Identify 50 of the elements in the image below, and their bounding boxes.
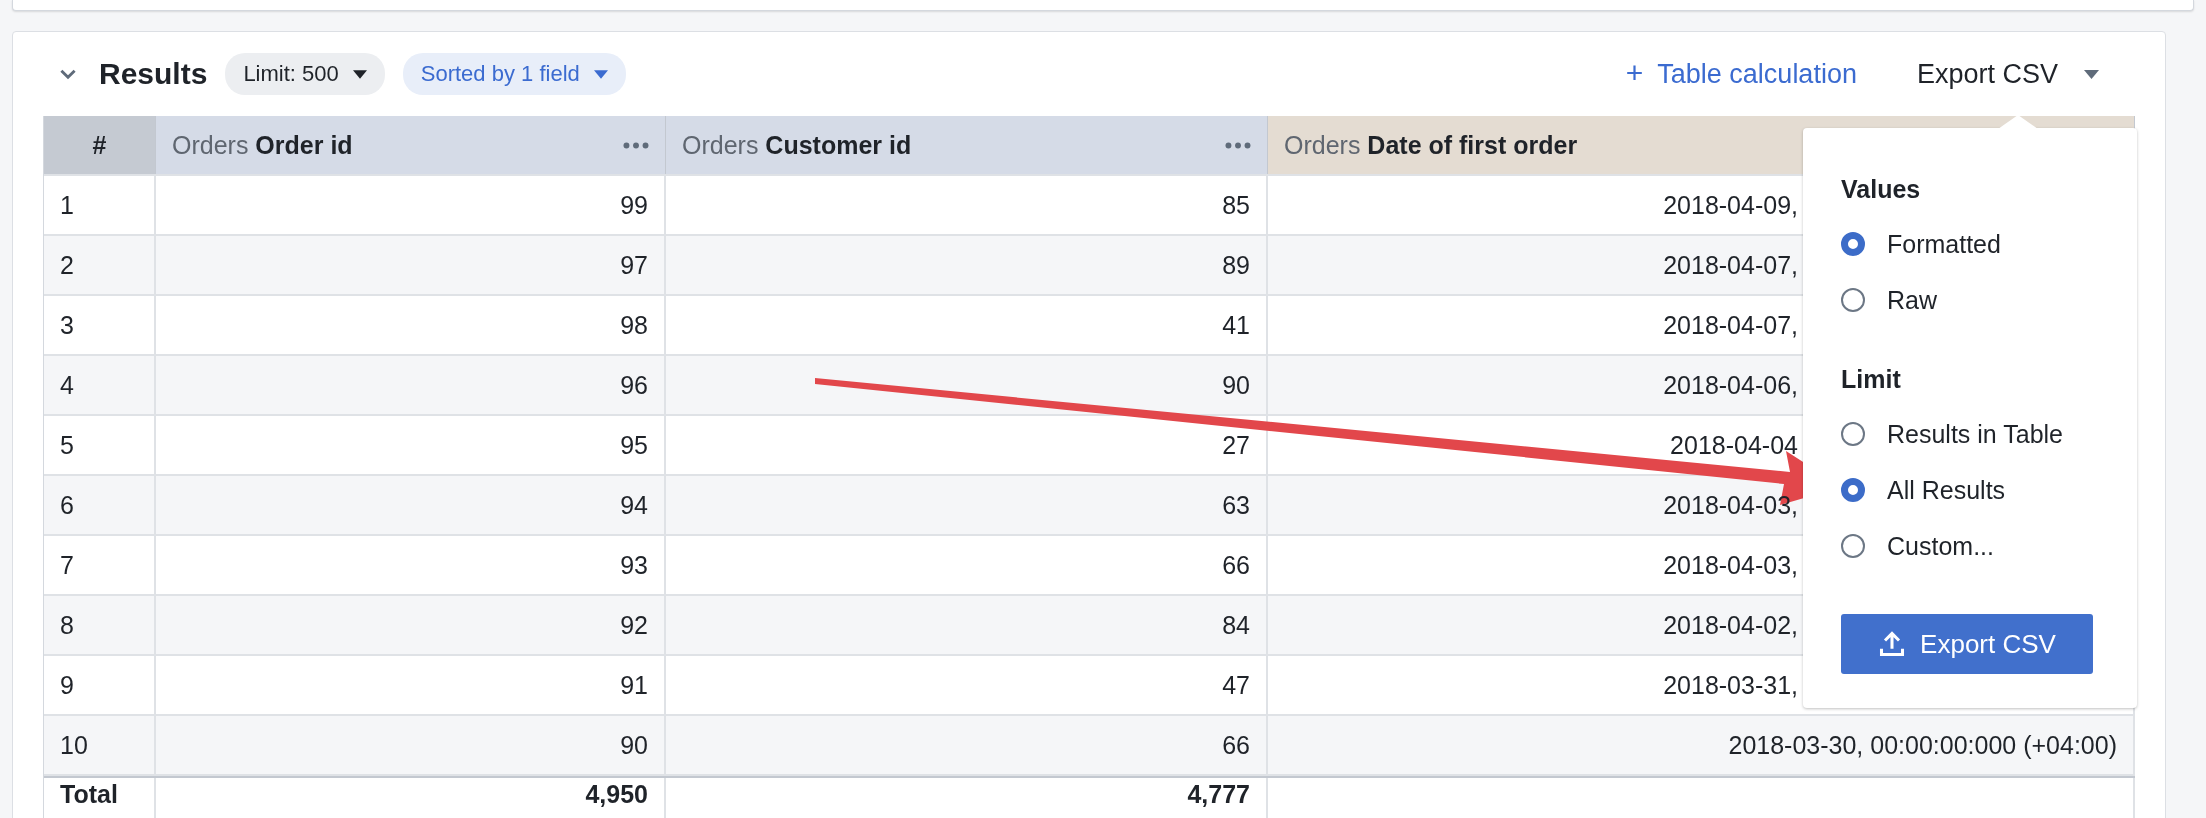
table-cell: 63 [666, 476, 1268, 534]
table-cell: 2 [44, 236, 156, 294]
export-csv-dropdown[interactable]: Export CSV [1916, 58, 2099, 90]
column-header[interactable]: # [44, 116, 156, 174]
total-cell: 4,777 [666, 778, 1268, 818]
table-cell: 4 [44, 356, 156, 414]
table-cell: 66 [666, 536, 1268, 594]
table-cell: 99 [156, 176, 666, 234]
table-cell: 2018-03-30, 00:00:00:000 (+04:00) [1268, 716, 2135, 774]
upload-icon [1878, 630, 1907, 658]
table-cell: 92 [156, 596, 666, 654]
column-header[interactable]: Orders Order id [156, 116, 666, 174]
caret-icon [2084, 69, 2099, 79]
sort-dropdown[interactable]: Sorted by 1 field [402, 53, 626, 95]
table-cell: 47 [666, 656, 1268, 714]
table-cell: 95 [156, 416, 666, 474]
table-cell: 66 [666, 716, 1268, 774]
column-header[interactable]: Orders Customer id [666, 116, 1268, 174]
menu-heading: Limit [1841, 364, 1902, 394]
table-cell: 93 [156, 536, 666, 594]
total-cell: Total [44, 778, 156, 818]
table-cell: 8 [44, 596, 156, 654]
caret-icon [593, 69, 608, 79]
table-cell: 3 [44, 296, 156, 354]
radio-option[interactable]: Results in Table [1841, 414, 2093, 454]
caret-icon [352, 69, 367, 79]
export-csv-button[interactable]: Export CSV [1841, 614, 2093, 674]
table-cell: 98 [156, 296, 666, 354]
table-cell: 84 [666, 596, 1268, 654]
table-cell: 5 [44, 416, 156, 474]
limit-dropdown[interactable]: Limit: 500 [225, 53, 385, 95]
more-icon[interactable] [623, 141, 649, 149]
table-cell: 1 [44, 176, 156, 234]
table-cell: 90 [156, 716, 666, 774]
total-cell: 4,950 [156, 778, 666, 818]
table-cell: 96 [156, 356, 666, 414]
table-cell: 7 [44, 536, 156, 594]
more-icon[interactable] [1225, 141, 1251, 149]
menu-heading: Values [1841, 174, 1922, 204]
table-cell: 91 [156, 656, 666, 714]
table-cell: 6 [44, 476, 156, 534]
section-title: Results [99, 57, 208, 91]
table-cell: 97 [156, 236, 666, 294]
table-cell: 85 [666, 176, 1268, 234]
table-cell: 89 [666, 236, 1268, 294]
table-cell: 94 [156, 476, 666, 534]
table-cell: 9 [44, 656, 156, 714]
table-calculation-button[interactable]: + Table calculation [1625, 58, 1857, 90]
table-cell: 41 [666, 296, 1268, 354]
table-cell: 10 [44, 716, 156, 774]
